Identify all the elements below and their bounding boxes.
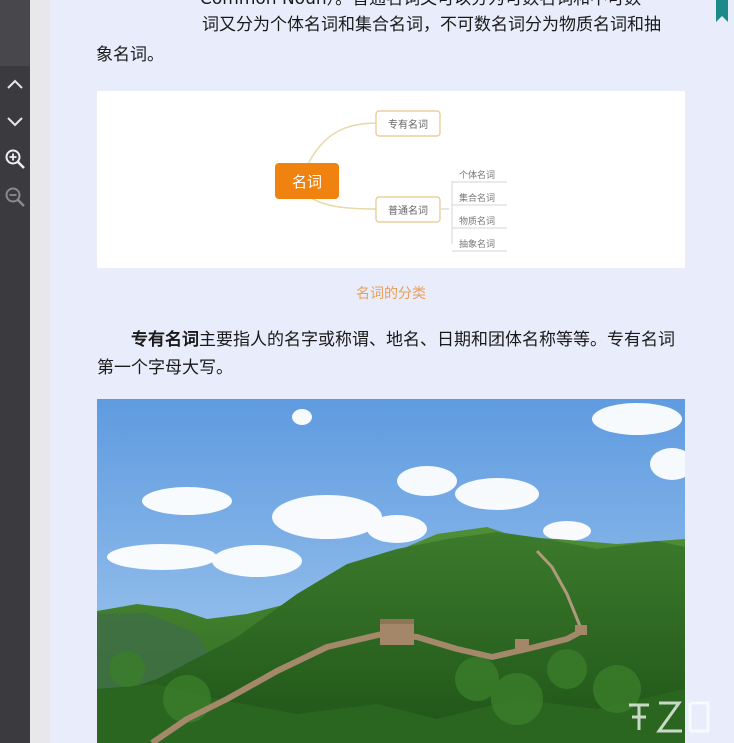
zoom-in-button[interactable]	[0, 142, 30, 176]
document-page: Common Noun）。普通名词又可以分为可数名词和不可数 词又分为个体名词和…	[50, 0, 734, 743]
mindmap-leaf-label: 集合名词	[459, 194, 496, 204]
figure-caption: 名词的分类	[356, 286, 426, 302]
chevron-down-icon	[7, 117, 23, 127]
zoom-out-icon	[5, 187, 25, 207]
great-wall-photo	[97, 399, 685, 743]
bold-term: 专有名词	[131, 330, 199, 350]
page-gutter	[30, 0, 50, 743]
cut-off-text-line: Common Noun）。普通名词又可以分为可数名词和不可数	[200, 0, 641, 9]
toolbar-top-panel	[0, 0, 30, 66]
paragraph-line: 象名词。	[96, 45, 164, 65]
mindmap-branch-label: 普通名词	[388, 206, 428, 217]
zoom-out-button[interactable]	[0, 180, 30, 214]
paragraph: 专有名词主要指人的名字或称谓、地名、日期和团体名称等等。专有名词第一个字母大写。	[97, 326, 687, 382]
mindmap-leaf-label: 个体名词	[459, 171, 496, 181]
page-up-button[interactable]	[0, 68, 30, 102]
watermark-logo	[629, 701, 710, 733]
chevron-up-icon	[7, 79, 23, 89]
noun-classification-figure: 名词 专有名词 普通名词 个体名词 集合名词 物质名词 抽象名词	[97, 91, 685, 268]
text-fade-mask	[96, 0, 202, 40]
mindmap-branch-label: 专有名词	[388, 120, 428, 131]
page-down-button[interactable]	[0, 104, 30, 138]
paragraph-line: 词又分为个体名词和集合名词，不可数名词分为物质名词和抽	[202, 15, 661, 35]
mindmap-leaf-label: 物质名词	[459, 217, 496, 227]
bookmark-icon[interactable]	[716, 0, 728, 22]
mindmap-root-label: 名词	[291, 172, 322, 191]
zoom-in-icon	[5, 149, 25, 169]
mindmap-leaf-label: 抽象名词	[459, 240, 496, 250]
reader-toolbar	[0, 0, 30, 743]
